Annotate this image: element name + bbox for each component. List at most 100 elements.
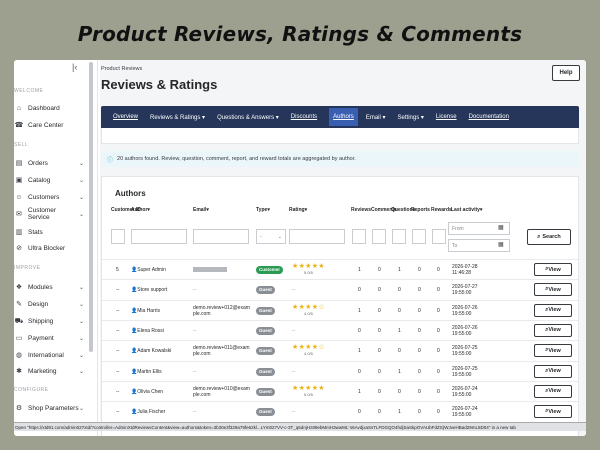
cell-author[interactable]: 👤 Store support	[131, 280, 167, 300]
filter-reviews[interactable]	[352, 229, 366, 244]
cell-type: Guest	[256, 301, 275, 321]
cell-reviews: 0	[358, 327, 361, 334]
column-header-label: Reviews	[351, 207, 372, 213]
column-header-last-activity[interactable]: Last activity▾	[451, 207, 482, 213]
sidebar-item-ultra-blocker[interactable]: ⊘ Ultra Blocker	[14, 241, 84, 255]
sidebar-item-label: Care Center	[28, 121, 64, 129]
rating-score: 5.0/5	[303, 391, 313, 397]
filter-comments[interactable]	[372, 229, 386, 244]
sidebar-item-payment[interactable]: ▭ Payment ⌄	[14, 331, 84, 345]
sidebar-item-stats[interactable]: ▥ Stats	[14, 225, 84, 239]
view-button[interactable]: ⌕ View	[534, 283, 572, 297]
cell-author[interactable]: 👤 Julia Fischer	[131, 402, 165, 422]
sidebar-item-customers[interactable]: ☺ Customers ⌄	[14, 190, 84, 204]
cell-customer-id: --	[116, 368, 120, 375]
view-button[interactable]: ⌕ View	[534, 405, 572, 419]
cell-reports: 0	[418, 388, 421, 395]
column-header-rating[interactable]: Rating▾	[289, 207, 307, 213]
view-button[interactable]: ⌕ View	[534, 263, 572, 276]
cell-email-empty: --	[193, 327, 197, 334]
chevron-down-icon: ⌄	[78, 177, 84, 184]
tab-label: Discounts	[290, 114, 318, 120]
shipping-icon: ⛟	[14, 317, 24, 325]
tab-settings[interactable]: Settings ▾	[398, 114, 424, 121]
cell-last-activity: 2026-07-27 19:55:00	[452, 280, 478, 300]
sidebar-item-catalog[interactable]: ▣ Catalog ⌄	[14, 173, 84, 187]
cell-author[interactable]: 👤 Olivia Chen	[131, 382, 163, 402]
view-label: View	[548, 388, 561, 395]
cell-rating: ★★★★☆ 4.0/5	[292, 341, 325, 361]
marketing-icon: ✱	[16, 368, 22, 375]
sidebar-item-shop-parameters[interactable]: ⚙ Shop Parameters ⌄	[14, 401, 84, 415]
calendar-icon[interactable]: ▦	[498, 224, 504, 231]
caret-down-icon: ▾	[200, 114, 206, 121]
cell-rewards: 0	[437, 267, 440, 273]
filter-customer-id[interactable]	[111, 229, 125, 244]
tab-label: Settings	[397, 114, 420, 121]
sidebar-item-label: Payment	[28, 334, 54, 342]
tab-reviews-ratings[interactable]: Reviews & Ratings ▾	[150, 114, 205, 121]
tab-documentation[interactable]: Documentation	[469, 114, 509, 120]
tab-license[interactable]: License	[436, 114, 457, 120]
activity-time: 11:46:28	[452, 270, 472, 276]
view-label: View	[548, 286, 561, 293]
tab-questions-answers[interactable]: Questions & Answers ▾	[217, 114, 279, 121]
filter-reports[interactable]	[412, 229, 426, 244]
cell-author[interactable]: 👤 Mia Harris	[131, 301, 160, 321]
sidebar-item-dashboard[interactable]: ⌂ Dashboard	[14, 101, 84, 115]
type-badge: Guest	[256, 326, 275, 335]
filter-rating[interactable]	[289, 229, 345, 244]
cell-type: Guest	[256, 321, 275, 341]
sidebar-item-customer-service[interactable]: ✉ Customer Service ⌄	[14, 207, 84, 221]
sidebar-item-shipping[interactable]: ⛟ Shipping ⌄	[14, 314, 84, 328]
filter-questions[interactable]	[392, 229, 406, 244]
cell-author[interactable]: 👤 Super Admin	[131, 260, 166, 280]
cell-rating-empty: --	[292, 327, 296, 334]
cell-comments: 0	[378, 388, 381, 395]
column-header-type[interactable]: Type▾	[256, 207, 270, 213]
view-button[interactable]: ⌕ View	[534, 384, 572, 398]
cell-author[interactable]: 👤 Adam Kowalski	[131, 341, 171, 361]
help-button[interactable]: Help	[552, 65, 580, 81]
sidebar-scrollbar[interactable]	[89, 62, 93, 352]
sort-icon: ▾	[206, 207, 209, 213]
view-button[interactable]: ⌕ View	[534, 323, 572, 337]
filter-author[interactable]	[131, 229, 187, 244]
sidebar-item-modules[interactable]: ❖ Modules ⌄	[14, 280, 84, 294]
column-header-rewards: Rewards	[431, 207, 452, 213]
search-button[interactable]: ⌕ Search	[527, 229, 571, 245]
cell-email: demo.review+012@example.com	[193, 304, 250, 317]
sidebar-item-label: Ultra Blocker	[28, 244, 66, 252]
cell-author[interactable]: 👤 Elena Rossi	[131, 321, 164, 341]
view-button[interactable]: ⌕ View	[534, 303, 572, 317]
sidebar-item-care-center[interactable]: ☎ Care Center	[14, 118, 84, 132]
redacted-email	[193, 267, 227, 272]
sidebar-item-marketing[interactable]: ✱ Marketing ⌄	[14, 364, 84, 378]
column-header-email[interactable]: Email▾	[193, 207, 209, 213]
cell-reviews: 1	[358, 388, 361, 395]
orders-icon: ▤	[15, 160, 23, 167]
tab-email[interactable]: Email ▾	[366, 114, 386, 121]
cell-customer-id: --	[116, 409, 120, 416]
view-button[interactable]: ⌕ View	[534, 364, 572, 378]
breadcrumb[interactable]: Product Reviews	[101, 66, 142, 72]
tab-discounts[interactable]: Discounts	[291, 114, 317, 120]
tab-overview[interactable]: Overview	[113, 114, 138, 120]
sidebar-item-design[interactable]: ✎ Design ⌄	[14, 297, 84, 311]
cell-questions: 1	[398, 327, 401, 334]
cell-comments: 0	[378, 307, 381, 314]
cell-reports: 0	[418, 368, 421, 375]
view-button[interactable]: ⌕ View	[534, 344, 572, 358]
filter-email[interactable]	[193, 229, 249, 244]
sidebar-item-label: Shop Parameters	[28, 404, 79, 412]
tab-authors[interactable]: Authors	[329, 108, 358, 126]
cell-questions: 1	[398, 368, 401, 375]
filter-type-select[interactable]: - ⌄	[256, 229, 286, 244]
filter-rewards[interactable]	[432, 229, 446, 244]
cell-author[interactable]: 👤 Martin Ellis	[131, 362, 162, 382]
sidebar-item-international[interactable]: ◍ International ⌄	[14, 348, 84, 362]
column-header-author[interactable]: Author▾	[131, 207, 150, 213]
sidebar-item-orders[interactable]: ▤ Orders ⌄	[14, 156, 84, 170]
calendar-icon[interactable]: ▦	[498, 241, 504, 248]
collapse-icon[interactable]: |‹	[72, 62, 77, 72]
